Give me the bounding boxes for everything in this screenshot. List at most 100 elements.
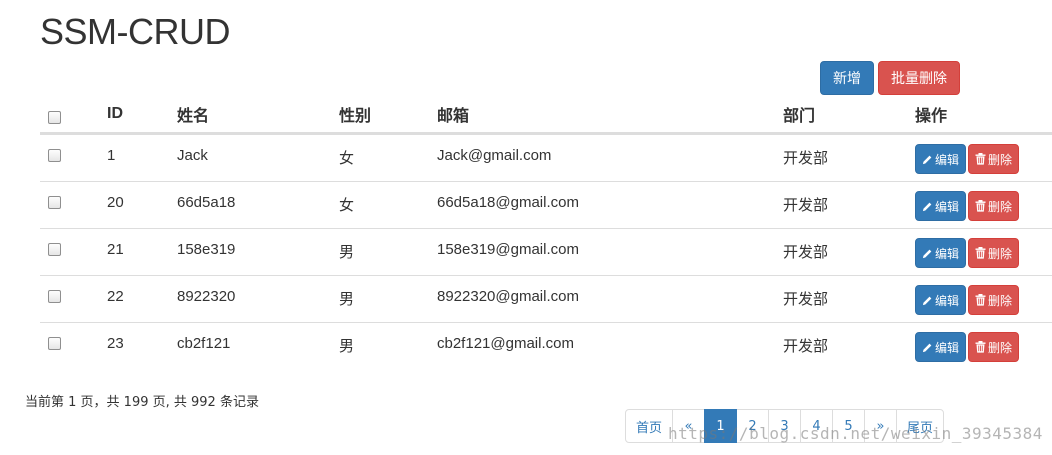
edit-button[interactable]: 编辑 <box>915 285 967 315</box>
table-row: 20 66d5a18 女 66d5a18@gmail.com 开发部 编辑 删除 <box>40 181 1052 228</box>
trash-icon <box>975 294 986 306</box>
header-gender: 性别 <box>339 108 372 125</box>
row-select-cell <box>48 182 61 228</box>
trash-icon <box>975 153 986 165</box>
trash-icon <box>975 200 986 212</box>
cell-email: 158e319@gmail.com <box>437 241 579 258</box>
row-select-cell <box>48 323 61 369</box>
page-number[interactable]: 4 <box>800 409 834 443</box>
edit-label: 编辑 <box>935 293 960 308</box>
batch-delete-button[interactable]: 批量删除 <box>878 61 960 95</box>
cell-name: 8922320 <box>177 288 236 305</box>
cell-gender: 男 <box>339 338 355 355</box>
row-checkbox[interactable] <box>48 196 61 209</box>
cell-dept: 开发部 <box>783 244 829 261</box>
cell-email: 66d5a18@gmail.com <box>437 194 579 211</box>
cell-name: 158e319 <box>177 241 236 258</box>
cell-email: cb2f121@gmail.com <box>437 335 574 352</box>
employee-table: ID 姓名 性别 邮箱 部门 操作 1 Jack 女 Jack@gmail.com 开发… <box>40 96 1052 369</box>
cell-ops: 编辑 删除 <box>915 323 1020 369</box>
delete-label: 删除 <box>988 199 1013 214</box>
edit-label: 编辑 <box>935 152 960 167</box>
cell-id: 23 <box>107 335 124 352</box>
edit-label: 编辑 <box>935 199 960 214</box>
page-first[interactable]: 首页 <box>625 409 674 443</box>
page-number[interactable]: 1 <box>704 409 738 443</box>
page-title: SSM-CRUD <box>40 11 231 52</box>
page-last[interactable]: 尾页 <box>896 409 945 443</box>
page-number[interactable]: 3 <box>768 409 802 443</box>
delete-button[interactable]: 删除 <box>968 238 1020 268</box>
page-info: 当前第 1 页，共 199 页, 共 992 条记录 <box>25 395 259 410</box>
cell-email: Jack@gmail.com <box>437 147 552 164</box>
cell-ops: 编辑 删除 <box>915 229 1020 275</box>
cell-dept: 开发部 <box>783 291 829 308</box>
delete-button[interactable]: 删除 <box>968 285 1020 315</box>
edit-button[interactable]: 编辑 <box>915 144 967 174</box>
pencil-icon <box>922 248 933 259</box>
table-body: 1 Jack 女 Jack@gmail.com 开发部 编辑 删除 20 66d5a18 女 66d… <box>40 134 1052 369</box>
cell-ops: 编辑 删除 <box>915 182 1020 228</box>
cell-gender: 男 <box>339 244 355 261</box>
row-select-cell <box>48 276 61 322</box>
cell-name: 66d5a18 <box>177 194 236 211</box>
delete-button[interactable]: 删除 <box>968 332 1020 362</box>
cell-ops: 编辑 删除 <box>915 276 1020 322</box>
header-email: 邮箱 <box>437 108 470 125</box>
select-all-cell <box>48 96 61 132</box>
row-checkbox[interactable] <box>48 243 61 256</box>
table-row: 21 158e319 男 158e319@gmail.com 开发部 编辑 删除 <box>40 228 1052 275</box>
cell-gender: 女 <box>339 150 355 167</box>
toolbar: 新增 批量删除 <box>820 61 960 95</box>
pencil-icon <box>922 154 933 165</box>
cell-dept: 开发部 <box>783 150 829 167</box>
edit-button[interactable]: 编辑 <box>915 238 967 268</box>
page-number[interactable]: 2 <box>736 409 770 443</box>
delete-label: 删除 <box>988 246 1013 261</box>
cell-email: 8922320@gmail.com <box>437 288 579 305</box>
delete-label: 删除 <box>988 152 1013 167</box>
edit-button[interactable]: 编辑 <box>915 332 967 362</box>
row-select-cell <box>48 135 61 181</box>
header-dept: 部门 <box>783 108 816 125</box>
pencil-icon <box>922 295 933 306</box>
trash-icon <box>975 247 986 259</box>
page-number[interactable]: 5 <box>832 409 866 443</box>
header-id: ID <box>107 105 123 122</box>
trash-icon <box>975 341 986 353</box>
table-header-row: ID 姓名 性别 邮箱 部门 操作 <box>40 96 1052 134</box>
cell-ops: 编辑 删除 <box>915 135 1020 181</box>
row-checkbox[interactable] <box>48 290 61 303</box>
delete-label: 删除 <box>988 293 1013 308</box>
select-all-checkbox[interactable] <box>48 110 61 124</box>
cell-name: Jack <box>177 147 208 164</box>
page-next[interactable]: » <box>864 409 898 443</box>
cell-id: 21 <box>107 241 124 258</box>
edit-label: 编辑 <box>935 340 960 355</box>
row-checkbox[interactable] <box>48 149 61 162</box>
table-row: 22 8922320 男 8922320@gmail.com 开发部 编辑 删除 <box>40 275 1052 322</box>
delete-button[interactable]: 删除 <box>968 191 1020 221</box>
cell-gender: 男 <box>339 291 355 308</box>
row-checkbox[interactable] <box>48 337 61 350</box>
cell-dept: 开发部 <box>783 197 829 214</box>
pagination: 首页 « 1 2 3 4 5 » 尾页 <box>625 409 945 443</box>
cell-id: 1 <box>107 147 116 164</box>
table-row: 1 Jack 女 Jack@gmail.com 开发部 编辑 删除 <box>40 134 1052 181</box>
delete-button[interactable]: 删除 <box>968 144 1020 174</box>
row-select-cell <box>48 229 61 275</box>
add-button[interactable]: 新增 <box>820 61 874 95</box>
cell-dept: 开发部 <box>783 338 829 355</box>
page-prev[interactable]: « <box>672 409 706 443</box>
cell-id: 20 <box>107 194 124 211</box>
edit-button[interactable]: 编辑 <box>915 191 967 221</box>
edit-label: 编辑 <box>935 246 960 261</box>
delete-label: 删除 <box>988 340 1013 355</box>
pencil-icon <box>922 342 933 353</box>
table-row: 23 cb2f121 男 cb2f121@gmail.com 开发部 编辑 删除 <box>40 322 1052 369</box>
cell-gender: 女 <box>339 197 355 214</box>
pencil-icon <box>922 201 933 212</box>
cell-id: 22 <box>107 288 124 305</box>
cell-name: cb2f121 <box>177 335 231 352</box>
header-ops: 操作 <box>915 108 948 125</box>
